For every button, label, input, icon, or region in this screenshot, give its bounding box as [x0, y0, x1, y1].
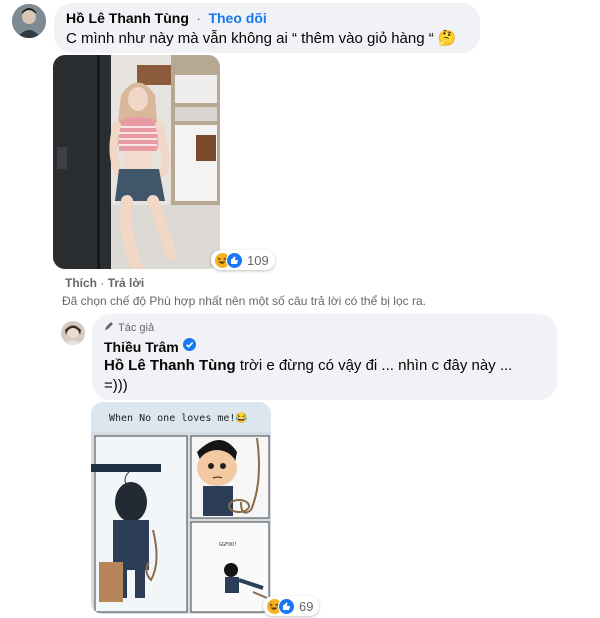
comment-photo[interactable] [53, 55, 220, 269]
mention-link[interactable]: Hồ Lê Thanh Tùng [104, 357, 236, 374]
reply-text-body: trời e đừng có vậy đi ... nhìn c đây này… [235, 357, 513, 374]
comment-bubble: Hồ Lê Thanh Tùng · Theo dõi C mình như n… [54, 3, 480, 53]
header-separator: · [196, 10, 201, 26]
reaction-count: 69 [299, 598, 314, 614]
author-badge: Tác giả [104, 321, 154, 334]
photo-girl-kitchen [53, 55, 220, 269]
comment-text: C mình như này mà vẫn không ai “ thêm và… [66, 30, 457, 47]
filter-notice: Đã chọn chế độ Phù hợp nhất nên một số c… [62, 294, 426, 308]
comment-author[interactable]: Hồ Lê Thanh Tùng [66, 10, 189, 26]
like-reaction-icon [226, 251, 243, 269]
reaction-summary-reply[interactable]: 69 [263, 596, 320, 616]
avatar-replier[interactable] [61, 321, 85, 345]
reply-bubble: Tác giả Thiều Trâm Hồ Lê Thanh Tùng trời… [92, 314, 557, 400]
reply-header: Thiều Trâm [104, 338, 196, 356]
reply-author[interactable]: Thiều Trâm [104, 339, 179, 355]
reaction-count: 109 [247, 252, 269, 268]
pencil-icon [104, 321, 114, 334]
meme-small-text: GGFOO! [219, 542, 238, 548]
avatar-commenter[interactable] [12, 4, 46, 38]
reply-text-line2: =))) [104, 377, 128, 394]
avatar-image [61, 321, 85, 345]
reply-action[interactable]: Trả lời [108, 276, 145, 290]
avatar-image [12, 4, 46, 38]
verified-badge-icon [182, 338, 196, 356]
like-reaction-icon [278, 597, 295, 615]
comment-header: Hồ Lê Thanh Tùng · Theo dõi [66, 10, 267, 28]
comment-actions: Thích · Trả lời [65, 276, 144, 290]
follow-button[interactable]: Theo dõi [208, 10, 266, 26]
author-badge-label: Tác giả [118, 321, 155, 334]
reaction-summary-comment[interactable]: 109 [211, 250, 275, 270]
reply-meme-image[interactable]: When No one loves me!😂 GGFOO! [91, 402, 271, 614]
actions-separator: · [100, 276, 105, 290]
reply-text: Hồ Lê Thanh Tùng trời e đừng có vậy đi .… [104, 356, 544, 396]
like-action[interactable]: Thích [65, 276, 97, 290]
meme-drawing [91, 432, 271, 614]
